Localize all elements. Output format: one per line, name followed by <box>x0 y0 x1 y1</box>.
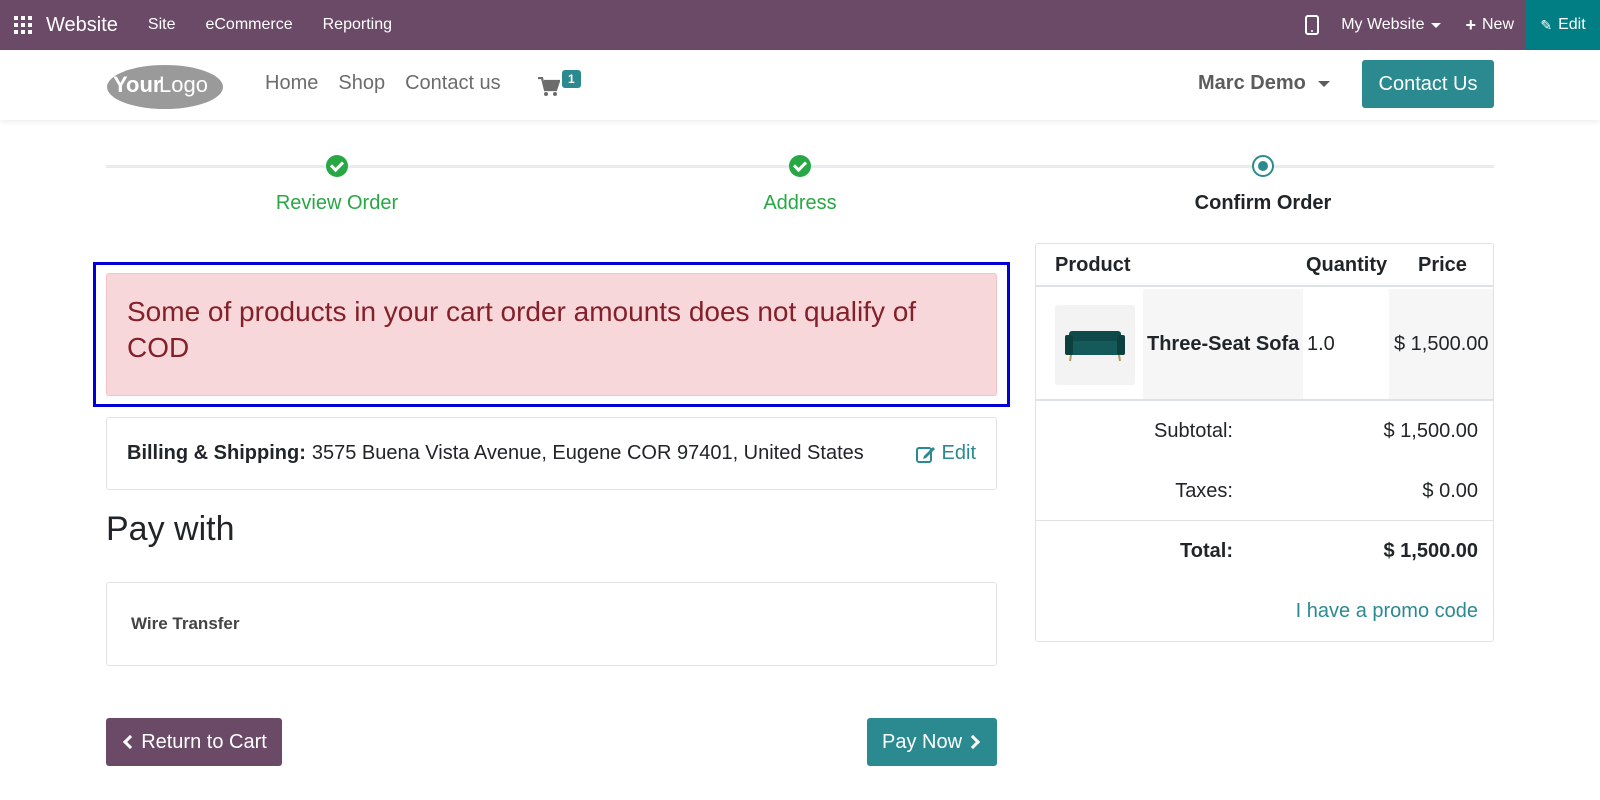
pay-now-button[interactable]: Pay Now <box>867 718 997 766</box>
product-image-cell <box>1036 289 1143 399</box>
edit-label: Edit <box>941 442 976 464</box>
check-circle-icon <box>326 155 348 177</box>
order-line: Three-Seat Sofa 1.0 $ 1,500.00 <box>1036 289 1493 401</box>
menu-ecommerce[interactable]: eCommerce <box>205 16 292 34</box>
mobile-preview-icon[interactable] <box>1305 15 1320 35</box>
website-switcher[interactable]: My Website <box>1341 16 1442 34</box>
new-button[interactable]: + New <box>1465 15 1514 36</box>
subtotal-label: Subtotal: <box>1154 420 1233 442</box>
col-product: Product <box>1055 254 1131 276</box>
chevron-left-icon <box>123 734 138 750</box>
edit-address-link[interactable]: Edit <box>915 442 976 465</box>
subtotal-value: $ 1,500.00 <box>1383 420 1478 442</box>
billing-label: Billing & Shipping: <box>127 442 306 464</box>
chevron-down-icon <box>1317 80 1330 87</box>
promo-code-link[interactable]: I have a promo code <box>1296 600 1478 623</box>
product-name[interactable]: Three-Seat Sofa <box>1147 333 1299 356</box>
edit-button-label: Edit <box>1558 16 1586 33</box>
user-name: Marc Demo <box>1198 72 1306 94</box>
chevron-right-icon <box>965 734 981 750</box>
nav-shop[interactable]: Shop <box>338 72 385 95</box>
company-logo[interactable]: Your Logo <box>105 60 225 110</box>
shopping-cart-icon <box>538 77 560 96</box>
current-step-icon <box>1252 155 1274 177</box>
nav-contact-us[interactable]: Contact us <box>405 72 501 95</box>
summary-header: Product Quantity Price <box>1036 244 1493 287</box>
cart-link[interactable]: 1 <box>538 70 588 100</box>
cart-count-badge: 1 <box>562 70 581 88</box>
step-label: Review Order <box>275 192 399 214</box>
product-price: $ 1,500.00 <box>1394 333 1489 355</box>
step-label: Confirm Order <box>1194 192 1332 214</box>
total-value: $ 1,500.00 <box>1383 540 1478 562</box>
return-to-cart-button[interactable]: Return to Cart <box>106 718 282 766</box>
col-quantity: Quantity <box>1306 254 1388 276</box>
edit-icon <box>915 446 935 463</box>
edit-website-button[interactable]: ✎ Edit <box>1526 0 1600 50</box>
pencil-icon: ✎ <box>1540 16 1553 33</box>
check-circle-icon <box>789 155 811 177</box>
logo-text: Logo <box>159 72 208 97</box>
menu-site[interactable]: Site <box>148 16 176 34</box>
step-label: Address <box>763 192 837 214</box>
summary-divider <box>1036 520 1493 521</box>
payment-method-label: Wire Transfer <box>131 614 240 633</box>
return-to-cart-label: Return to Cart <box>141 730 267 753</box>
menu-reporting[interactable]: Reporting <box>323 16 392 34</box>
chevron-down-icon <box>1431 22 1442 28</box>
logo-text-bold: Your <box>113 72 162 97</box>
product-thumbnail <box>1055 305 1135 385</box>
step-review-order[interactable]: Review Order <box>237 155 437 215</box>
admin-navbar: Website Site eCommerce Reporting My Webs… <box>0 0 1600 50</box>
product-quantity: 1.0 <box>1307 333 1335 355</box>
step-address[interactable]: Address <box>700 155 900 215</box>
site-header: Your Logo Home Shop Contact us 1 Marc De… <box>0 50 1600 120</box>
payment-method-wire-transfer[interactable]: Wire Transfer <box>106 582 997 666</box>
user-menu[interactable]: Marc Demo <box>1198 72 1330 95</box>
cod-warning-alert: Some of products in your cart order amou… <box>106 273 997 396</box>
total-label: Total: <box>1180 540 1233 562</box>
app-brand[interactable]: Website <box>46 14 118 37</box>
apps-grid-icon[interactable] <box>0 0 46 50</box>
col-price: Price <box>1418 254 1467 276</box>
step-confirm-order: Confirm Order <box>1163 155 1363 215</box>
contact-us-button[interactable]: Contact Us <box>1362 60 1494 108</box>
taxes-value: $ 0.00 <box>1422 480 1478 502</box>
new-button-label: New <box>1481 16 1514 33</box>
pay-with-heading: Pay with <box>106 510 235 548</box>
plus-icon: + <box>1465 14 1476 35</box>
pay-now-label: Pay Now <box>881 730 963 753</box>
checkout-progress: Review Order Address Confirm Order <box>106 155 1494 225</box>
nav-home[interactable]: Home <box>265 72 318 95</box>
order-summary: Product Quantity Price Three-Seat Sofa 1… <box>1035 243 1494 642</box>
billing-shipping-box: Billing & Shipping: 3575 Buena Vista Ave… <box>106 417 997 490</box>
billing-address: 3575 Buena Vista Avenue, Eugene COR 9740… <box>311 442 864 464</box>
website-switcher-label: My Website <box>1341 16 1425 33</box>
taxes-label: Taxes: <box>1175 480 1233 502</box>
